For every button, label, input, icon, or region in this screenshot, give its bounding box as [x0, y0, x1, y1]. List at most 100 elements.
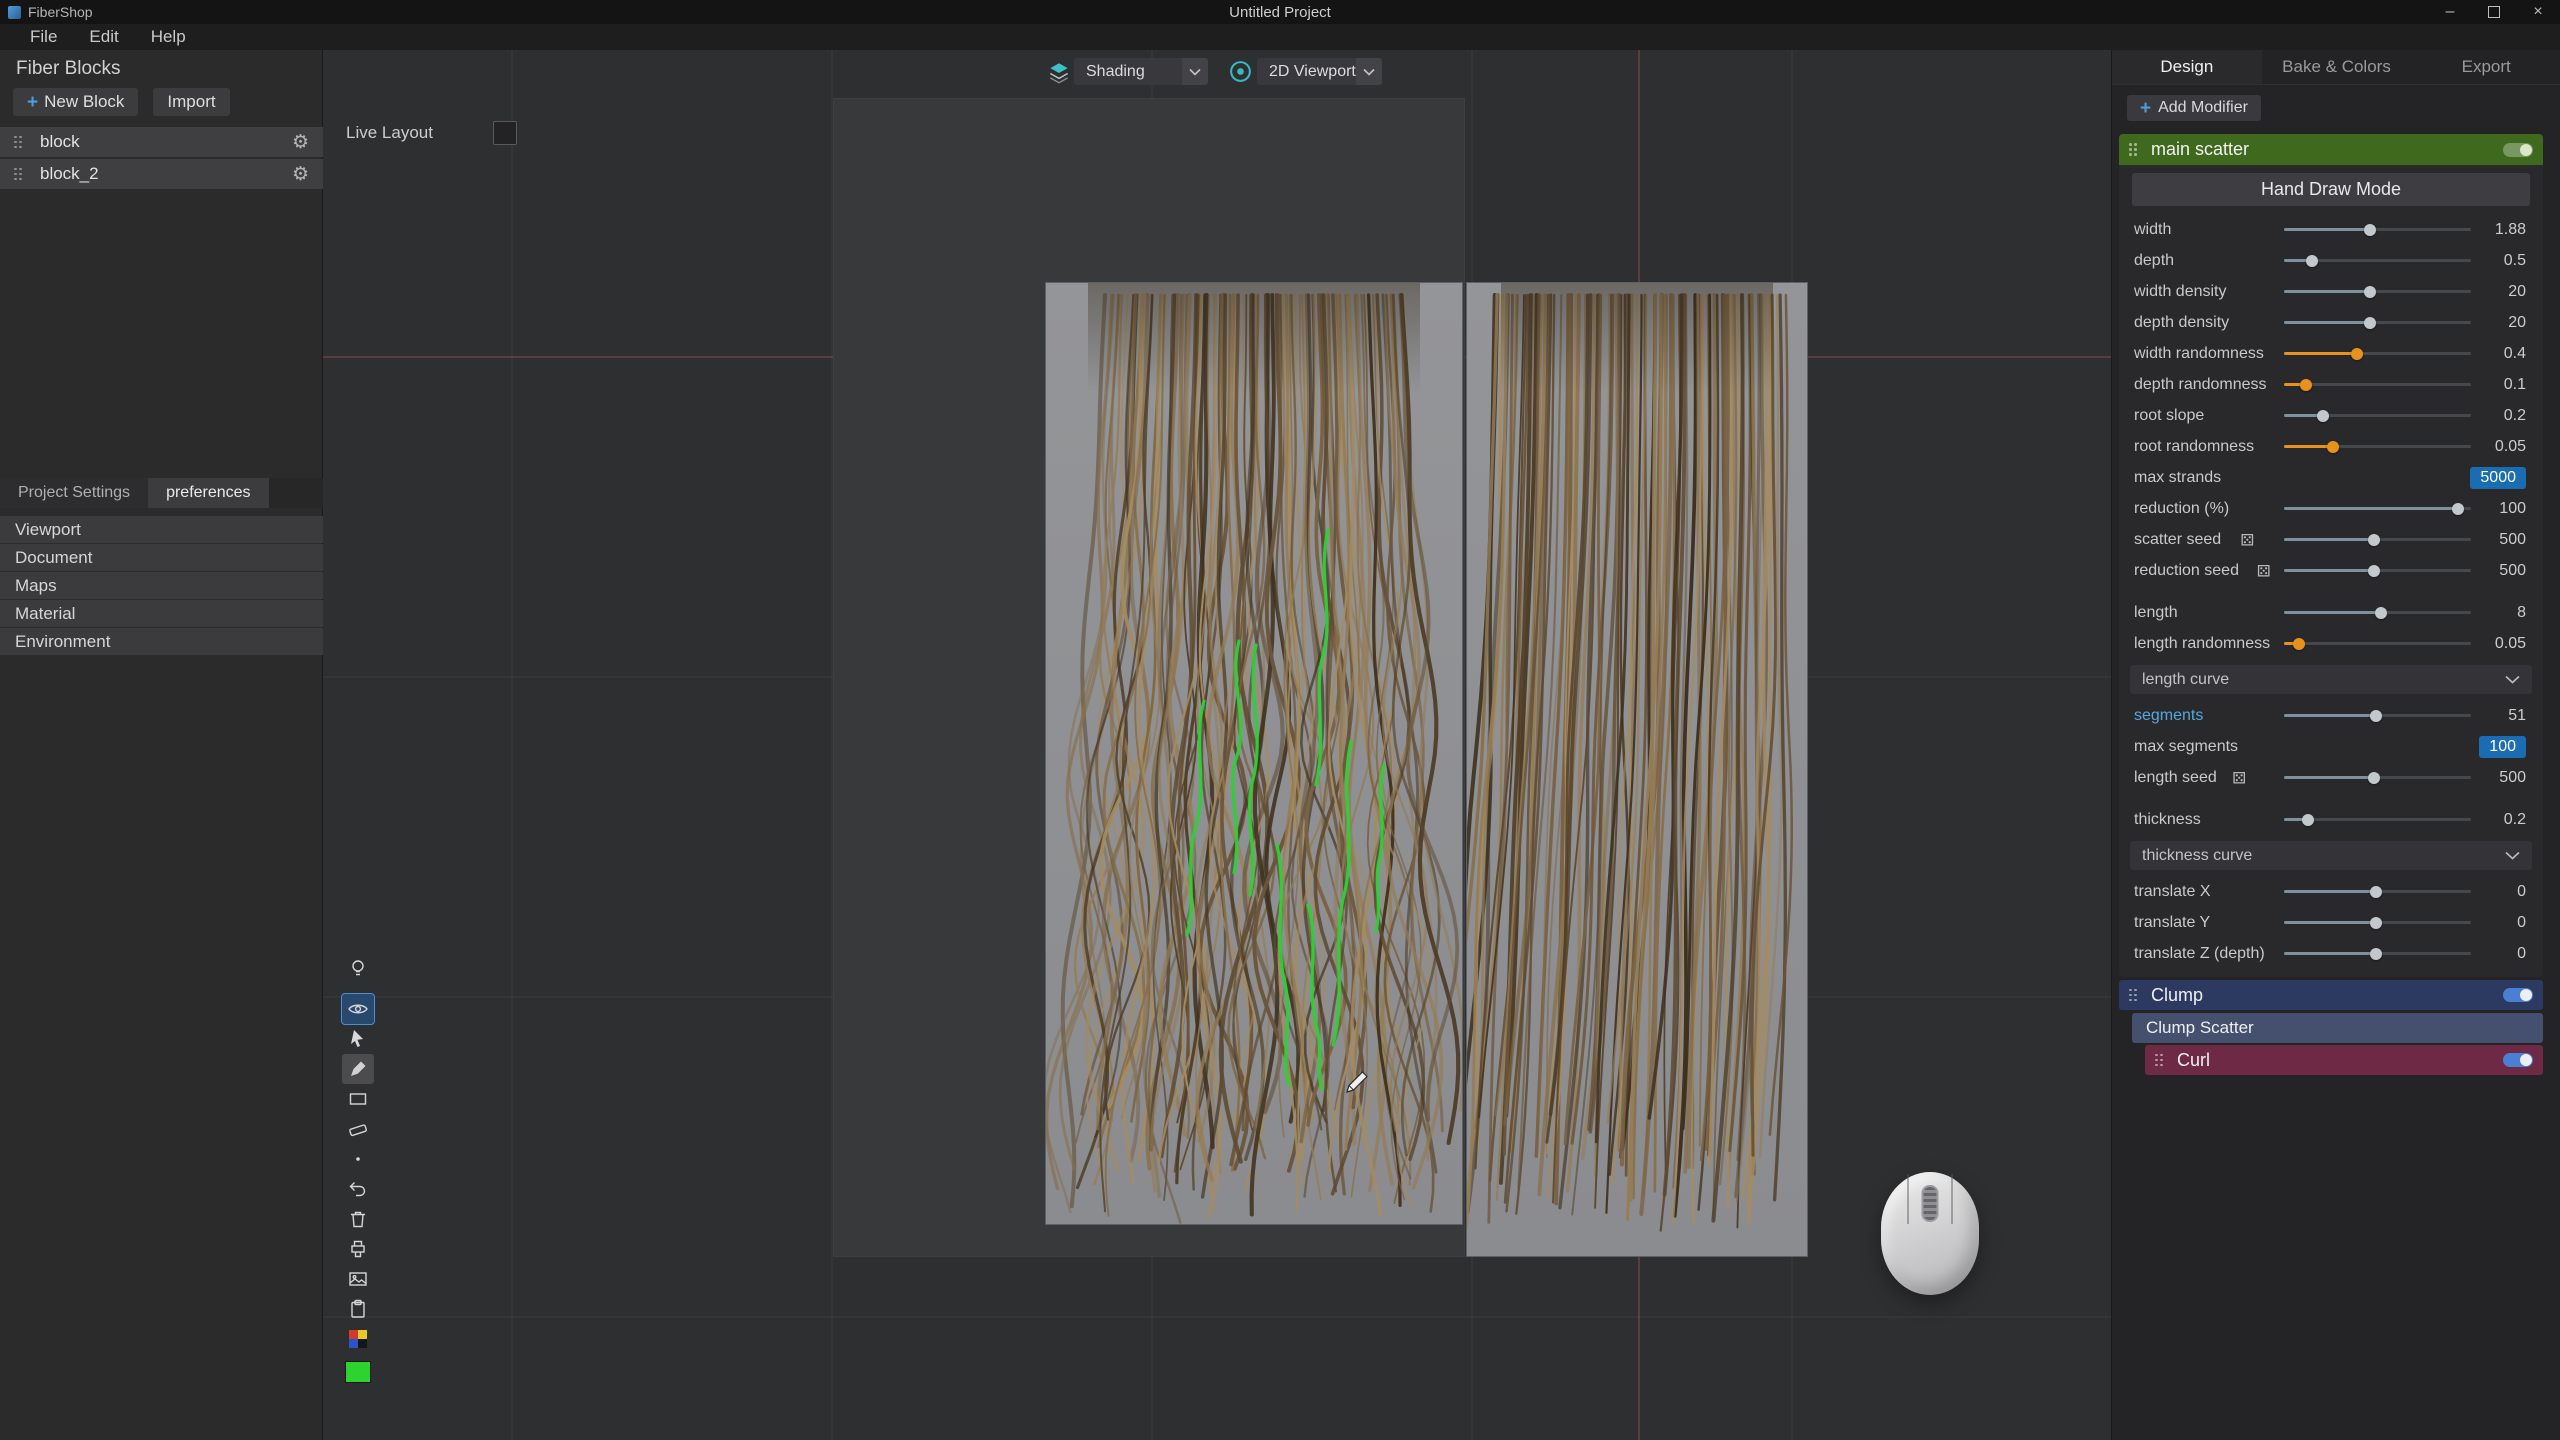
settings-item-environment[interactable]: Environment [0, 628, 323, 655]
slider-handle[interactable] [2370, 710, 2382, 722]
settings-item-document[interactable]: Document [0, 544, 323, 571]
slider-width[interactable] [2284, 223, 2471, 237]
select-icon[interactable] [342, 1024, 374, 1054]
live-layout-checkbox[interactable] [493, 121, 517, 145]
param-value[interactable]: 8 [2517, 604, 2526, 622]
modifier-curl[interactable]: Curl [2145, 1045, 2543, 1075]
param-value[interactable]: 0 [2517, 945, 2526, 963]
param-value[interactable]: 20 [2508, 283, 2526, 301]
slider-handle[interactable] [2300, 379, 2312, 391]
slider-handle[interactable] [2364, 224, 2376, 236]
tab-export[interactable]: Export [2411, 50, 2560, 84]
slider-handle[interactable] [2293, 638, 2305, 650]
hair-block-preview-left[interactable] [1045, 282, 1463, 1225]
active-color-swatch[interactable] [342, 1357, 374, 1387]
param-value[interactable]: 0.4 [2504, 345, 2526, 363]
slider-handle[interactable] [2317, 410, 2329, 422]
param-value[interactable]: 0 [2517, 914, 2526, 932]
import-button[interactable]: Import [153, 88, 229, 116]
param-value[interactable]: 0.5 [2504, 252, 2526, 270]
drag-grip-icon[interactable] [14, 136, 22, 149]
param-value[interactable]: 51 [2508, 707, 2526, 725]
param-value[interactable]: 5000 [2470, 467, 2526, 489]
slider-handle[interactable] [2327, 441, 2339, 453]
param-value[interactable]: 100 [2479, 736, 2526, 758]
clipboard-icon[interactable] [342, 1294, 374, 1324]
slider-translate-x[interactable] [2284, 885, 2471, 899]
slider-scatter-seed[interactable] [2284, 533, 2471, 547]
curve-section-length-curve[interactable]: length curve [2130, 665, 2532, 694]
param-value[interactable]: 20 [2508, 314, 2526, 332]
param-value[interactable]: 0.05 [2495, 635, 2526, 653]
settings-item-maps[interactable]: Maps [0, 572, 323, 599]
new-block-button[interactable]: +New Block [13, 88, 138, 116]
slider-handle[interactable] [2370, 886, 2382, 898]
slider-width-randomness[interactable] [2284, 347, 2471, 361]
dice-icon[interactable]: ⚄ [2240, 530, 2254, 549]
slider-reduction[interactable] [2284, 502, 2471, 516]
undo-icon[interactable] [342, 1174, 374, 1204]
slider-handle[interactable] [2452, 503, 2464, 515]
slider-handle[interactable] [2364, 317, 2376, 329]
slider-handle[interactable] [2351, 348, 2363, 360]
slider-handle[interactable] [2370, 917, 2382, 929]
viewport-mode-dropdown[interactable]: 2D Viewport [1257, 58, 1382, 85]
slider-handle[interactable] [2364, 286, 2376, 298]
param-value[interactable]: 0.1 [2504, 376, 2526, 394]
slider-handle[interactable] [2306, 255, 2318, 267]
drag-grip-icon[interactable] [2129, 143, 2137, 156]
close-button[interactable]: × [2516, 0, 2560, 24]
drag-grip-icon[interactable] [2129, 989, 2137, 1002]
slider-handle[interactable] [2368, 565, 2380, 577]
color-swatches-icon[interactable] [342, 1324, 374, 1354]
slider-depth-randomness[interactable] [2284, 378, 2471, 392]
slider-handle[interactable] [2368, 772, 2380, 784]
param-value[interactable]: 0.2 [2504, 407, 2526, 425]
slider-depth-density[interactable] [2284, 316, 2471, 330]
slider-handle[interactable] [2370, 948, 2382, 960]
modifier-clump[interactable]: Clump [2119, 980, 2543, 1010]
drag-grip-icon[interactable] [14, 168, 22, 181]
slider-handle[interactable] [2302, 814, 2314, 826]
trash-icon[interactable] [342, 1204, 374, 1234]
menu-item-file[interactable]: File [14, 24, 73, 50]
eye-icon[interactable] [342, 994, 374, 1024]
param-value[interactable]: 500 [2499, 769, 2526, 787]
slider-translate-y[interactable] [2284, 916, 2471, 930]
param-value[interactable]: 0 [2517, 883, 2526, 901]
tab-project-settings[interactable]: Project Settings [0, 478, 148, 508]
param-value[interactable]: 1.88 [2495, 221, 2526, 239]
viewport-canvas[interactable]: Shading 2D Viewport Live Layout [323, 50, 2111, 1440]
menu-item-help[interactable]: Help [135, 24, 202, 50]
slider-width-density[interactable] [2284, 285, 2471, 299]
slider-handle[interactable] [2368, 534, 2380, 546]
slider-length-randomness[interactable] [2284, 637, 2471, 651]
slider-root-slope[interactable] [2284, 409, 2471, 423]
light-icon[interactable] [342, 953, 374, 983]
toggle-clump[interactable] [2503, 988, 2533, 1002]
settings-item-material[interactable]: Material [0, 600, 323, 627]
param-value[interactable]: 100 [2499, 500, 2526, 518]
menu-item-edit[interactable]: Edit [73, 24, 134, 50]
draw-icon[interactable] [342, 1054, 374, 1084]
slider-length-seed[interactable] [2284, 771, 2471, 785]
tab-bake-colors[interactable]: Bake & Colors [2262, 50, 2412, 84]
slider-reduction-seed[interactable] [2284, 564, 2471, 578]
gear-icon[interactable]: ⚙ [292, 163, 309, 185]
hand-draw-mode-button[interactable]: Hand Draw Mode [2132, 173, 2530, 206]
printer-icon[interactable] [342, 1234, 374, 1264]
param-value[interactable]: 0.2 [2504, 811, 2526, 829]
add-modifier-button[interactable]: +Add Modifier [2127, 95, 2261, 121]
tab-preferences[interactable]: preferences [148, 478, 269, 508]
eraser-icon[interactable] [342, 1114, 374, 1144]
block-list-item[interactable]: block⚙ [0, 127, 323, 157]
rectangle-icon[interactable] [342, 1084, 374, 1114]
toggle-curl[interactable] [2503, 1053, 2533, 1067]
slider-root-randomness[interactable] [2284, 440, 2471, 454]
image-icon[interactable] [342, 1264, 374, 1294]
param-value[interactable]: 500 [2499, 562, 2526, 580]
tab-design[interactable]: Design [2112, 50, 2262, 84]
shading-dropdown[interactable]: Shading [1074, 58, 1208, 85]
param-value[interactable]: 500 [2499, 531, 2526, 549]
point-icon[interactable] [342, 1144, 374, 1174]
